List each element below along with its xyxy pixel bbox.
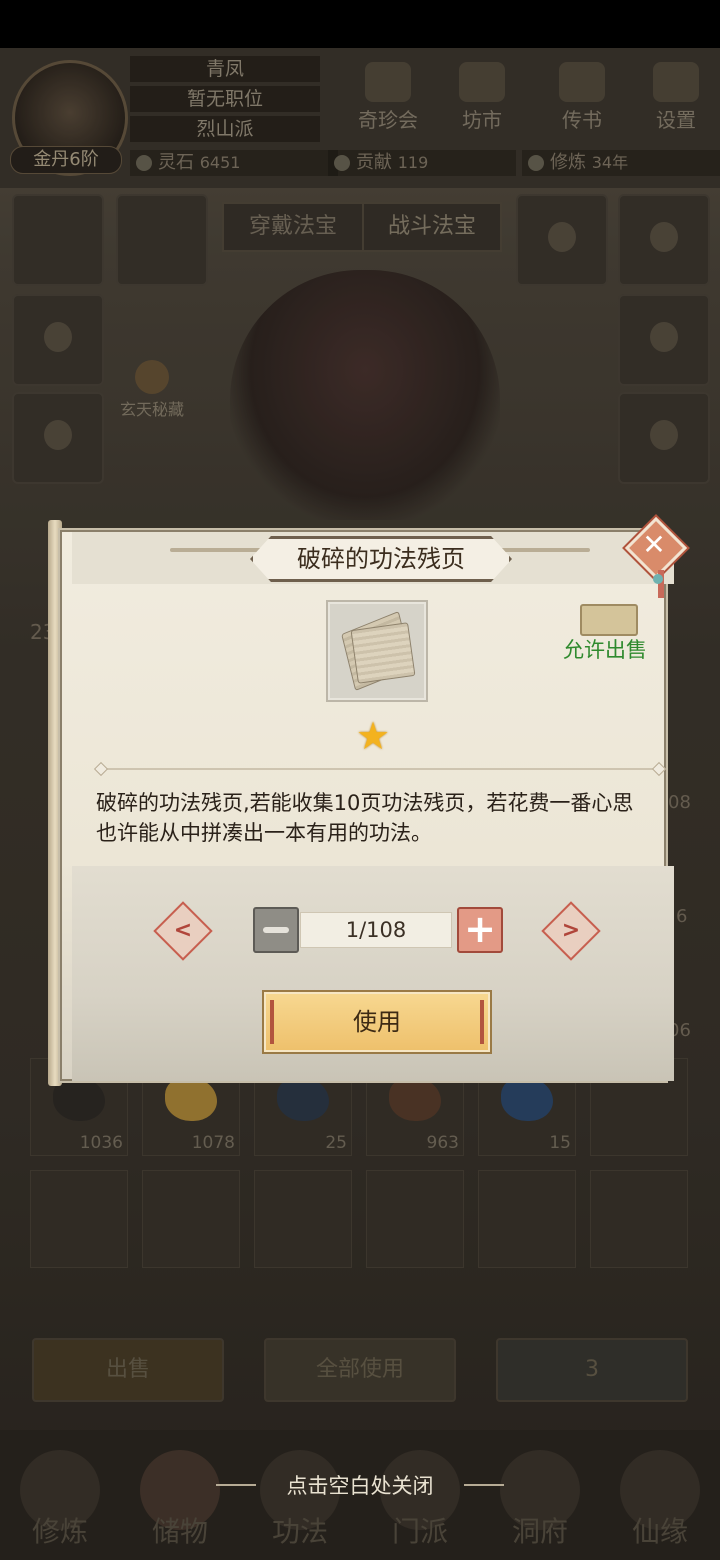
divider (100, 768, 660, 770)
hint-ornament (464, 1484, 504, 1486)
item-icon-box (326, 600, 428, 702)
use-button[interactable]: 使用 (262, 990, 492, 1054)
item-detail-dialog: 破碎的功法残页 允许出售 ★ 破碎的功法残页,若能收集10页功法残页，若花费一番… (48, 516, 688, 1086)
quantity-input[interactable]: 1/108 (300, 912, 452, 948)
star-icon: ★ (356, 714, 391, 758)
bead-ornament (653, 574, 663, 584)
torn-page-icon (350, 622, 416, 684)
close-icon: ✕ (642, 528, 666, 561)
plus-button[interactable]: + (457, 907, 503, 953)
dialog-frame: 破碎的功法残页 允许出售 ★ 破碎的功法残页,若能收集10页功法残页，若花费一番… (58, 528, 674, 1083)
arrow-right-icon: > (561, 918, 581, 943)
status-bar (0, 0, 720, 48)
dialog-title: 破碎的功法残页 (250, 536, 512, 582)
sellable-icon (580, 604, 638, 636)
minus-button[interactable] (253, 907, 299, 953)
close-button[interactable]: ✕ (624, 516, 688, 598)
item-description: 破碎的功法残页,若能收集10页功法残页，若花费一番心思也许能从中拼凑出一本有用的… (96, 791, 634, 845)
arrow-left-icon: < (173, 918, 193, 943)
sell-status: 允许出售 (563, 638, 647, 662)
